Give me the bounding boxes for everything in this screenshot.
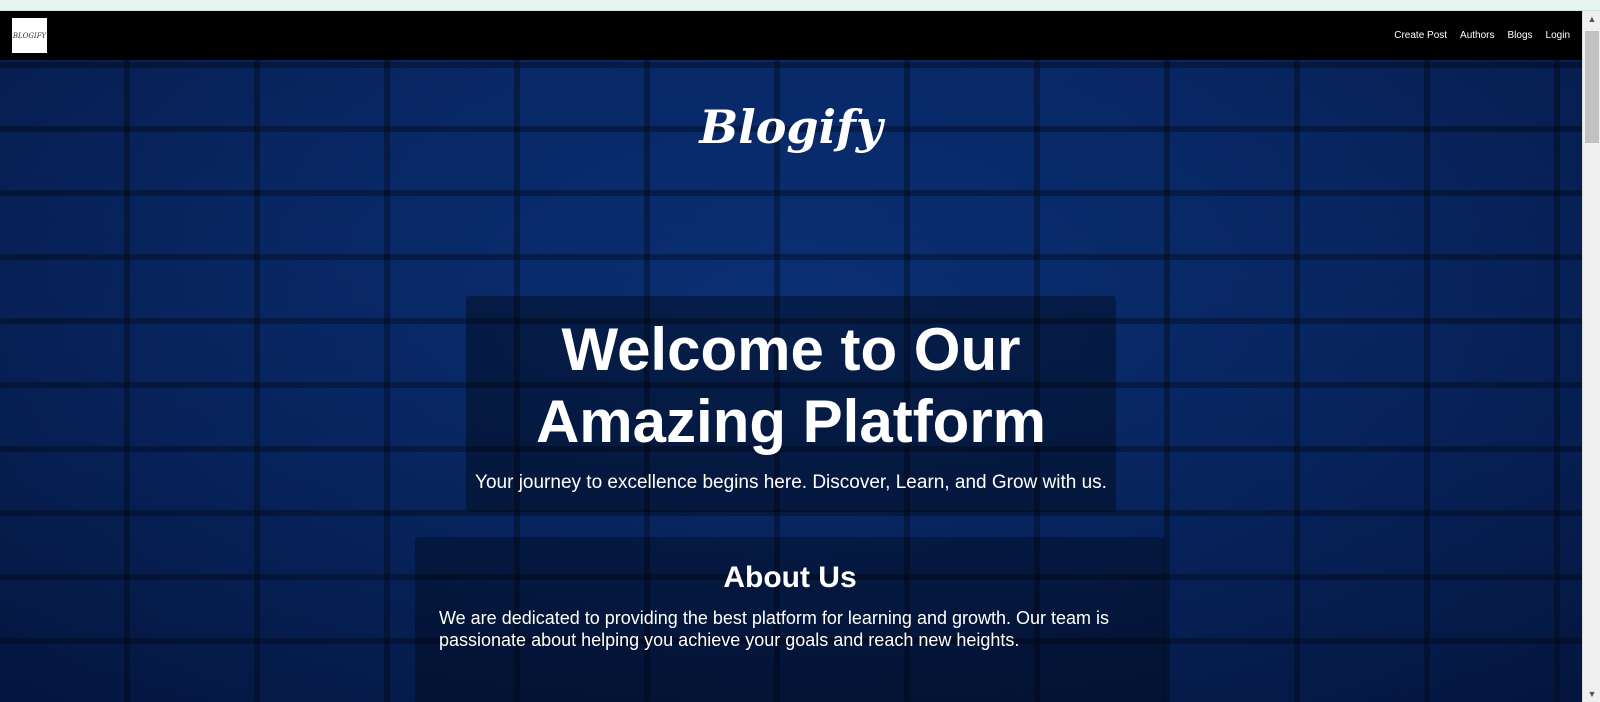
brand-title: Blogify — [699, 100, 883, 154]
site-logo[interactable]: BLOGIFY — [12, 18, 47, 53]
nav-link-create-post[interactable]: Create Post — [1394, 30, 1447, 41]
nav-link-authors[interactable]: Authors — [1460, 30, 1494, 41]
nav-link-blogs[interactable]: Blogs — [1508, 30, 1533, 41]
triangle-down-icon[interactable]: ▼ — [1583, 686, 1600, 702]
scrollbar-thumb[interactable] — [1585, 31, 1599, 143]
site-logo-text: BLOGIFY — [12, 31, 47, 40]
about-card: About Us We are dedicated to providing t… — [415, 537, 1165, 702]
nav-links: Create Post Authors Blogs Login — [1394, 30, 1570, 41]
triangle-up-icon[interactable]: ▲ — [1583, 11, 1600, 27]
page-scrollbar[interactable]: ▲ ▼ — [1582, 11, 1600, 702]
hero-section: Blogify Welcome to Our Amazing Platform … — [0, 60, 1582, 702]
about-text: We are dedicated to providing the best p… — [439, 608, 1110, 650]
welcome-subtitle: Your journey to excellence begins here. … — [475, 472, 1107, 493]
navbar: BLOGIFY Create Post Authors Blogs Login — [0, 11, 1582, 60]
about-title: About Us — [723, 561, 857, 594]
welcome-card: Welcome to Our Amazing Platform Your jou… — [466, 296, 1116, 512]
browser-top-strip — [0, 0, 1600, 11]
welcome-title: Welcome to Our Amazing Platform — [535, 316, 1047, 455]
nav-link-login[interactable]: Login — [1546, 30, 1570, 41]
